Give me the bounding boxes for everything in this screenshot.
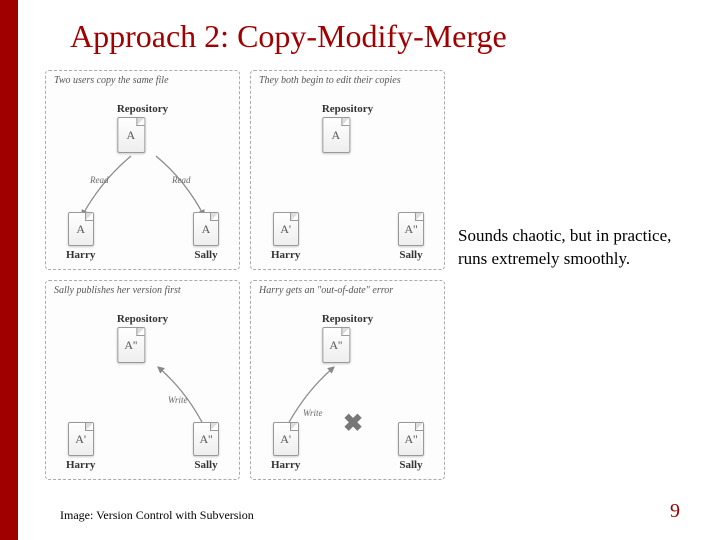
- repository: Repository A'': [322, 313, 373, 363]
- user-name: Sally: [193, 249, 219, 261]
- user-doc-icon: A': [273, 422, 299, 456]
- user-doc-icon: A'': [398, 422, 424, 456]
- image-credit: Image: Version Control with Subversion: [60, 508, 254, 523]
- doc-label: A: [331, 128, 340, 143]
- doc-label: A'': [405, 222, 418, 237]
- doc-label: A': [280, 222, 291, 237]
- user-left: A Harry: [66, 212, 95, 261]
- doc-label: A'': [405, 432, 418, 447]
- user-name: Harry: [271, 249, 300, 261]
- doc-label: A': [75, 432, 86, 447]
- accent-bar: [0, 0, 18, 540]
- user-doc-icon: A': [68, 422, 94, 456]
- doc-label: A'': [124, 338, 137, 353]
- repository: Repository A: [117, 103, 168, 153]
- user-right: A'' Sally: [398, 212, 424, 261]
- panel-caption: Sally publishes her version first: [54, 285, 181, 296]
- arrow-label: Read: [89, 175, 109, 185]
- user-name: Sally: [398, 249, 424, 261]
- doc-label: A: [76, 222, 85, 237]
- doc-label: A': [280, 432, 291, 447]
- arrow-label: Write: [168, 395, 188, 405]
- arrow-label: Write: [303, 408, 323, 418]
- panel-3: Sally publishes her version first Reposi…: [45, 280, 240, 480]
- doc-label: A'': [329, 338, 342, 353]
- panel-caption: Two users copy the same file: [54, 75, 169, 86]
- panel-4: Harry gets an "out-of-date" error Reposi…: [250, 280, 445, 480]
- error-x-icon: ✖: [343, 409, 363, 438]
- repository-label: Repository: [322, 313, 373, 325]
- user-doc-icon: A: [193, 212, 219, 246]
- panel-2: They both begin to edit their copies Rep…: [250, 70, 445, 270]
- repository-label: Repository: [322, 103, 373, 115]
- user-left: A' Harry: [271, 212, 300, 261]
- repo-doc-icon: A'': [117, 327, 145, 363]
- user-left: A' Harry: [271, 422, 300, 471]
- user-left: A' Harry: [66, 422, 95, 471]
- repo-doc-icon: A: [322, 117, 350, 153]
- doc-label: A'': [200, 432, 213, 447]
- user-right: A'' Sally: [193, 422, 219, 471]
- panel-caption: Harry gets an "out-of-date" error: [259, 285, 393, 296]
- user-name: Sally: [193, 459, 219, 471]
- repository-label: Repository: [117, 103, 168, 115]
- user-name: Harry: [271, 459, 300, 471]
- repo-doc-icon: A: [117, 117, 145, 153]
- user-name: Harry: [66, 249, 95, 261]
- repository: Repository A: [322, 103, 373, 153]
- doc-label: A: [126, 128, 135, 143]
- page-number: 9: [670, 500, 680, 523]
- panel-1: Two users copy the same file Repository …: [45, 70, 240, 270]
- body-caption: Sounds chaotic, but in practice, runs ex…: [458, 225, 688, 271]
- repository: Repository A'': [117, 313, 168, 363]
- user-doc-icon: A'': [398, 212, 424, 246]
- doc-label: A: [202, 222, 211, 237]
- slide-title: Approach 2: Copy-Modify-Merge: [70, 18, 507, 55]
- user-doc-icon: A: [68, 212, 94, 246]
- repo-doc-icon: A'': [322, 327, 350, 363]
- user-doc-icon: A': [273, 212, 299, 246]
- user-right: A Sally: [193, 212, 219, 261]
- user-doc-icon: A'': [193, 422, 219, 456]
- repository-label: Repository: [117, 313, 168, 325]
- user-name: Harry: [66, 459, 95, 471]
- arrow-label: Read: [171, 175, 191, 185]
- panel-caption: They both begin to edit their copies: [259, 75, 401, 86]
- user-name: Sally: [398, 459, 424, 471]
- user-right: A'' Sally: [398, 422, 424, 471]
